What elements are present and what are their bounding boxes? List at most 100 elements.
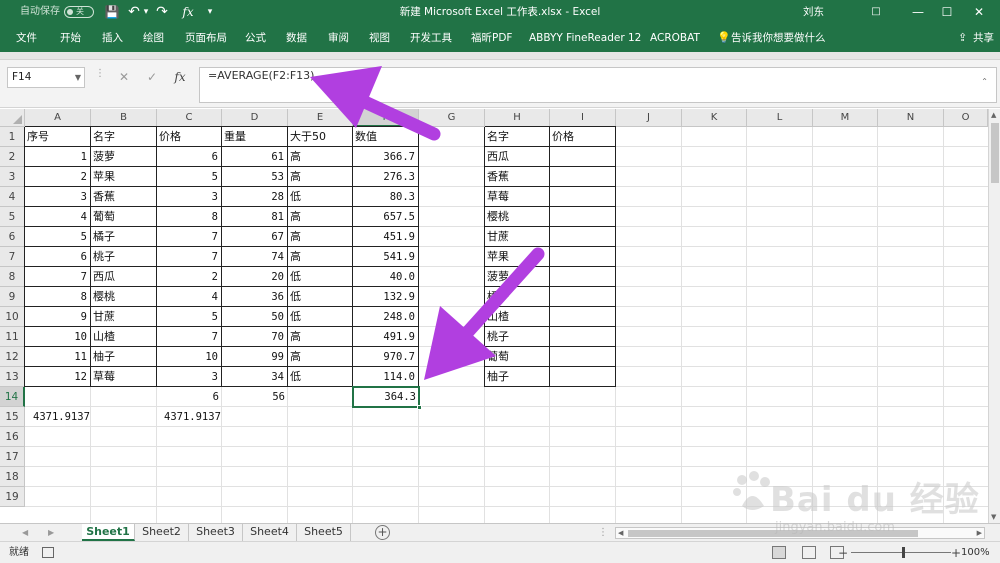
column-header-g[interactable]: G xyxy=(419,109,485,127)
table-header-price[interactable]: 价格 xyxy=(157,127,222,147)
table-cell-name[interactable]: 菠萝 xyxy=(91,147,157,167)
tell-me-search[interactable]: 告诉我你想要做什么 xyxy=(731,24,826,52)
table-cell-gt50[interactable]: 高 xyxy=(288,147,353,167)
side-table-price[interactable] xyxy=(550,187,616,207)
sheet-tab-sheet1[interactable]: Sheet1 xyxy=(82,524,135,541)
table-cell-weight[interactable]: 61 xyxy=(222,147,288,167)
table-cell-value[interactable]: 657.5 xyxy=(353,207,419,227)
row-header-7[interactable]: 7 xyxy=(0,247,25,267)
cell-d14[interactable]: 56 xyxy=(222,387,288,407)
table-cell-weight[interactable]: 74 xyxy=(222,247,288,267)
table-cell-value[interactable]: 132.9 xyxy=(353,287,419,307)
table-cell-name[interactable]: 葡萄 xyxy=(91,207,157,227)
side-table-name[interactable]: 柚子 xyxy=(485,367,550,387)
column-header-m[interactable]: M xyxy=(813,109,878,127)
scroll-down-icon[interactable]: ▼ xyxy=(991,513,996,521)
table-cell-gt50[interactable]: 高 xyxy=(288,347,353,367)
side-table-price[interactable] xyxy=(550,227,616,247)
row-header-14[interactable]: 14 xyxy=(0,387,25,407)
side-table-price[interactable] xyxy=(550,307,616,327)
column-header-c[interactable]: C xyxy=(157,109,222,127)
row-header-1[interactable]: 1 xyxy=(0,127,25,147)
scroll-left-icon[interactable]: ◀ xyxy=(618,528,623,539)
ribbon-display-button[interactable]: □ xyxy=(861,0,891,24)
table-cell-name[interactable]: 橘子 xyxy=(91,227,157,247)
side-table-header[interactable]: 价格 xyxy=(550,127,616,147)
table-cell-price[interactable]: 3 xyxy=(157,187,222,207)
side-table-name[interactable]: 橘子 xyxy=(485,287,550,307)
table-cell-price[interactable]: 3 xyxy=(157,367,222,387)
table-cell-price[interactable]: 4 xyxy=(157,287,222,307)
cancel-icon[interactable]: ✕ xyxy=(113,67,135,88)
table-cell-seq[interactable]: 1 xyxy=(25,147,91,167)
table-cell-value[interactable]: 491.9 xyxy=(353,327,419,347)
sheet-tab-sheet2[interactable]: Sheet2 xyxy=(135,524,189,541)
table-cell-seq[interactable]: 6 xyxy=(25,247,91,267)
table-cell-gt50[interactable]: 高 xyxy=(288,227,353,247)
add-sheet-button[interactable]: + xyxy=(375,525,390,540)
side-table-price[interactable] xyxy=(550,147,616,167)
row-header-10[interactable]: 10 xyxy=(0,307,25,327)
tab-insert[interactable]: 插入 xyxy=(102,24,123,52)
row-header-13[interactable]: 13 xyxy=(0,367,25,387)
table-cell-name[interactable]: 甘蔗 xyxy=(91,307,157,327)
tab-developer[interactable]: 开发工具 xyxy=(410,24,452,52)
column-header-k[interactable]: K xyxy=(682,109,747,127)
column-header-b[interactable]: B xyxy=(91,109,157,127)
table-cell-price[interactable]: 5 xyxy=(157,307,222,327)
row-header-11[interactable]: 11 xyxy=(0,327,25,347)
table-cell-price[interactable]: 2 xyxy=(157,267,222,287)
side-table-name[interactable]: 樱桃 xyxy=(485,207,550,227)
column-header-n[interactable]: N xyxy=(878,109,944,127)
tab-acrobat[interactable]: ACROBAT xyxy=(650,24,700,52)
next-sheet-icon[interactable]: ▶ xyxy=(48,524,54,542)
cell-c15[interactable]: 4371.9137 xyxy=(162,407,242,427)
tab-file[interactable]: 文件 xyxy=(16,24,37,52)
side-table-price[interactable] xyxy=(550,347,616,367)
table-cell-name[interactable]: 草莓 xyxy=(91,367,157,387)
table-cell-value[interactable]: 114.0 xyxy=(353,367,419,387)
minimize-button[interactable]: — xyxy=(903,0,933,24)
formula-bar-grip[interactable]: ⋮ xyxy=(95,68,105,79)
row-header-2[interactable]: 2 xyxy=(0,147,25,167)
table-cell-weight[interactable]: 36 xyxy=(222,287,288,307)
table-cell-seq[interactable]: 4 xyxy=(25,207,91,227)
table-header-seq[interactable]: 序号 xyxy=(25,127,91,147)
table-cell-weight[interactable]: 34 xyxy=(222,367,288,387)
table-cell-price[interactable]: 7 xyxy=(157,247,222,267)
table-cell-value[interactable]: 541.9 xyxy=(353,247,419,267)
tab-draw[interactable]: 绘图 xyxy=(143,24,164,52)
table-cell-weight[interactable]: 53 xyxy=(222,167,288,187)
table-cell-weight[interactable]: 99 xyxy=(222,347,288,367)
table-cell-seq[interactable]: 9 xyxy=(25,307,91,327)
tab-foxit-pdf[interactable]: 福昕PDF xyxy=(471,24,512,52)
insert-function-icon[interactable]: fx xyxy=(169,67,191,88)
table-cell-seq[interactable]: 2 xyxy=(25,167,91,187)
scroll-up-icon[interactable]: ▲ xyxy=(991,111,996,119)
column-header-a[interactable]: A xyxy=(25,109,91,127)
table-cell-value[interactable]: 40.0 xyxy=(353,267,419,287)
table-cell-seq[interactable]: 8 xyxy=(25,287,91,307)
table-header-value[interactable]: 数值 xyxy=(353,127,419,147)
share-button[interactable]: 共享 xyxy=(973,24,994,52)
table-cell-name[interactable]: 苹果 xyxy=(91,167,157,187)
chevron-up-icon[interactable]: ⌃ xyxy=(981,77,988,86)
side-table-price[interactable] xyxy=(550,287,616,307)
table-cell-price[interactable]: 8 xyxy=(157,207,222,227)
row-header-16[interactable]: 16 xyxy=(0,427,25,447)
table-cell-price[interactable]: 7 xyxy=(157,227,222,247)
side-table-name[interactable]: 菠萝 xyxy=(485,267,550,287)
side-table-price[interactable] xyxy=(550,327,616,347)
side-table-price[interactable] xyxy=(550,247,616,267)
table-cell-weight[interactable]: 20 xyxy=(222,267,288,287)
table-cell-value[interactable]: 970.7 xyxy=(353,347,419,367)
scrollbar-thumb[interactable] xyxy=(991,123,999,183)
active-cell-selection[interactable] xyxy=(352,386,422,410)
row-header-19[interactable]: 19 xyxy=(0,487,25,507)
enter-icon[interactable]: ✓ xyxy=(141,67,163,88)
table-cell-price[interactable]: 10 xyxy=(157,347,222,367)
prev-sheet-icon[interactable]: ◀ xyxy=(22,524,28,542)
side-table-name[interactable]: 桃子 xyxy=(485,327,550,347)
row-header-5[interactable]: 5 xyxy=(0,207,25,227)
table-cell-gt50[interactable]: 低 xyxy=(288,187,353,207)
